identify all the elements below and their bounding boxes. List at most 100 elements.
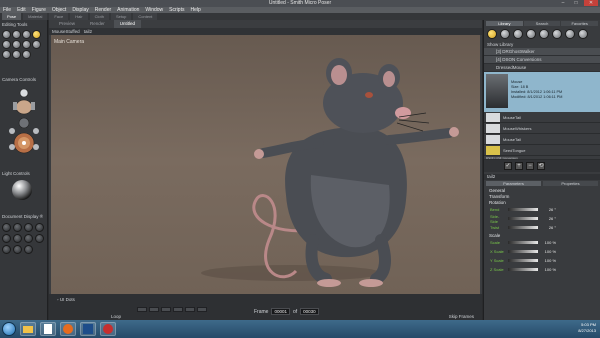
direct-manipulation-icon[interactable] <box>22 50 31 59</box>
maximize-button[interactable]: □ <box>571 0 581 6</box>
last-frame-button[interactable] <box>197 307 207 312</box>
tab-render[interactable]: Render <box>84 20 111 28</box>
stop-button[interactable] <box>161 307 171 312</box>
skip-frames-toggle[interactable]: Skip Frames <box>449 314 474 319</box>
refresh-button[interactable]: ⟲ <box>537 162 545 170</box>
first-frame-button[interactable] <box>137 307 147 312</box>
props-icon[interactable] <box>552 29 562 39</box>
current-frame-input[interactable]: 00001 <box>271 308 290 315</box>
figures-icon[interactable] <box>487 29 497 39</box>
close-button[interactable]: ✕ <box>584 0 598 6</box>
lights-icon[interactable] <box>565 29 575 39</box>
photoshop-icon[interactable] <box>80 322 96 336</box>
firefox-icon[interactable] <box>60 322 76 336</box>
notepad-icon[interactable] <box>40 322 56 336</box>
room-tab-material[interactable]: Material <box>23 13 48 20</box>
grouping-tool-icon[interactable] <box>32 40 41 49</box>
dial-slider[interactable] <box>508 217 538 220</box>
display-style-icon[interactable] <box>13 223 22 232</box>
library-item[interactable]: MouseTail <box>484 134 600 145</box>
apply-button[interactable]: ✓ <box>504 162 512 170</box>
dial-slider[interactable] <box>508 241 538 244</box>
camera-controls-widget[interactable] <box>2 85 46 165</box>
dial-slider[interactable] <box>508 268 538 271</box>
tab-library[interactable]: Library <box>486 21 523 26</box>
display-style-icon[interactable] <box>24 234 33 243</box>
display-style-icon[interactable] <box>13 245 22 254</box>
expressions-icon[interactable] <box>513 29 523 39</box>
poses-icon[interactable] <box>500 29 510 39</box>
light-sphere-icon[interactable] <box>12 180 32 200</box>
prev-frame-button[interactable] <box>149 307 159 312</box>
tab-search[interactable]: Search <box>523 21 561 26</box>
loop-toggle[interactable]: Loop <box>111 314 121 319</box>
hands-icon[interactable] <box>539 29 549 39</box>
parameter-dial[interactable]: Z Scale 100 % <box>484 265 600 274</box>
remove-button[interactable]: − <box>526 162 534 170</box>
display-style-icon[interactable] <box>35 223 44 232</box>
dial-slider[interactable] <box>508 226 538 229</box>
hair-icon[interactable] <box>526 29 536 39</box>
display-style-icon[interactable] <box>24 245 33 254</box>
library-item[interactable]: MouseTail <box>484 112 600 123</box>
minimize-button[interactable]: – <box>558 0 568 6</box>
dial-value[interactable]: 100 % <box>540 240 556 245</box>
display-style-icon[interactable] <box>24 223 33 232</box>
ui-dots-toggle[interactable]: ◦ UI Dots <box>57 297 75 302</box>
dial-slider[interactable] <box>508 250 538 253</box>
scale-tool-icon[interactable] <box>2 40 11 49</box>
poser-icon[interactable] <box>100 322 116 336</box>
cameras-icon[interactable] <box>578 29 588 39</box>
parameter-dial[interactable]: X Scale 100 % <box>484 247 600 256</box>
dial-value[interactable]: 26 ° <box>540 216 556 221</box>
part-select[interactable]: tail2 <box>84 29 92 34</box>
display-style-icon[interactable] <box>2 234 11 243</box>
color-tool-icon[interactable] <box>22 40 31 49</box>
system-clock[interactable]: 5:03 PM 8/27/2013 <box>578 322 596 334</box>
mouse-figure[interactable] <box>51 35 480 313</box>
add-button[interactable]: + <box>515 162 523 170</box>
library-folder[interactable]: [4] DSON Conversions <box>484 56 600 64</box>
dial-value[interactable]: 100 % <box>540 249 556 254</box>
dial-value[interactable]: 100 % <box>540 258 556 263</box>
show-library-label[interactable]: Show Library <box>484 41 600 48</box>
dial-value[interactable]: 26 ° <box>540 225 556 230</box>
parameter-dial[interactable]: Twist 26 ° <box>484 223 600 232</box>
dial-slider[interactable] <box>508 259 538 262</box>
parameter-dial[interactable]: Side-Side 26 ° <box>484 214 600 224</box>
chain-break-tool-icon[interactable] <box>32 30 41 39</box>
3d-viewport[interactable]: Main Camera <box>51 35 480 313</box>
dial-value[interactable]: 100 % <box>540 267 556 272</box>
room-tab-cloth[interactable]: Cloth <box>89 13 109 20</box>
taper-tool-icon[interactable] <box>12 40 21 49</box>
parameter-dial[interactable]: Scale 100 % <box>484 238 600 247</box>
parameter-dial[interactable]: Y Scale 100 % <box>484 256 600 265</box>
figure-select[interactable]: MouseStuffed <box>52 29 80 34</box>
room-tab-face[interactable]: Face <box>49 13 69 20</box>
morphing-tool-icon[interactable] <box>12 50 21 59</box>
dial-value[interactable]: 26 ° <box>540 207 556 212</box>
view-magnifier-icon[interactable] <box>2 50 11 59</box>
translate-tool-icon[interactable] <box>22 30 31 39</box>
display-style-icon[interactable] <box>13 234 22 243</box>
explorer-icon[interactable] <box>20 322 36 336</box>
display-style-icon[interactable] <box>2 245 11 254</box>
library-item[interactable]: SeedTongue <box>484 145 600 156</box>
library-item[interactable]: MouseWhiskers <box>484 123 600 134</box>
room-tab-setup[interactable]: Setup <box>110 13 132 20</box>
tab-favorites[interactable]: Favorites <box>561 21 599 26</box>
library-folder[interactable]: [3] DRGhostWalker <box>484 48 600 56</box>
twist-tool-icon[interactable] <box>12 30 21 39</box>
play-button[interactable] <box>173 307 183 312</box>
dial-slider[interactable] <box>508 208 538 211</box>
display-style-icon[interactable] <box>35 234 44 243</box>
room-tab-pose[interactable]: Pose <box>2 13 22 20</box>
rotate-tool-icon[interactable] <box>2 30 11 39</box>
tab-parameters[interactable]: Parameters <box>486 181 541 186</box>
tab-untitled[interactable]: Untitled <box>113 20 142 28</box>
display-style-icon[interactable] <box>2 223 11 232</box>
start-button-icon[interactable] <box>2 322 16 336</box>
total-frames-input[interactable]: 00030 <box>300 308 319 315</box>
library-folder[interactable]: DressedMouse <box>484 64 600 72</box>
tab-properties[interactable]: Properties <box>543 181 598 186</box>
